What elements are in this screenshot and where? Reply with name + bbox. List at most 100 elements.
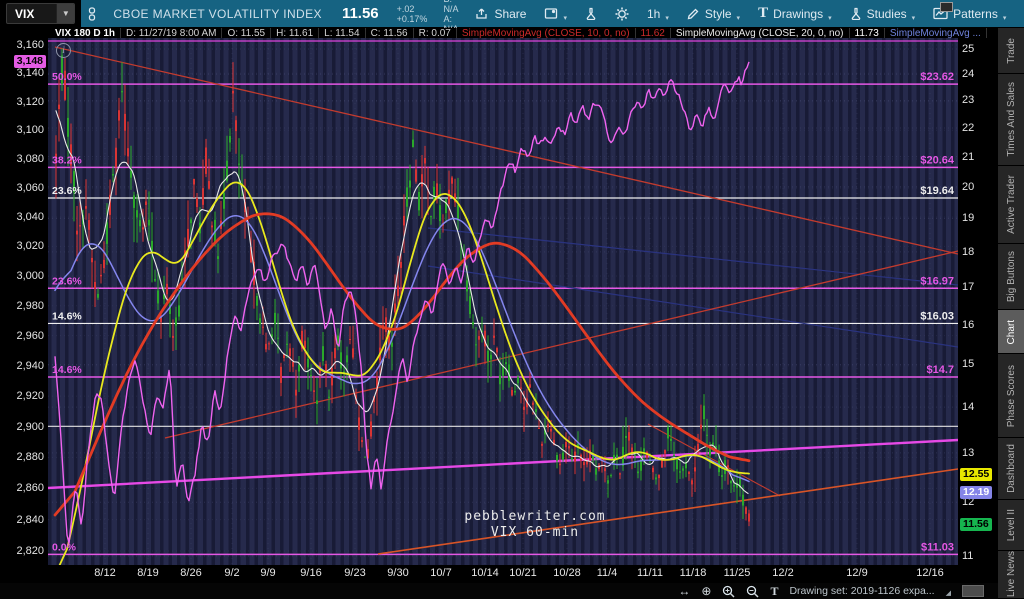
svg-text:$16.03: $16.03 — [920, 310, 954, 322]
left-axis-tick: 3,100 — [16, 124, 44, 137]
last-price: 11.56 — [341, 5, 379, 22]
sidebar-tab-label: Dashboard — [1005, 444, 1017, 494]
gear-icon — [615, 7, 629, 20]
change-pct: +0.17% — [396, 13, 428, 24]
right-axis-tick: 16 — [962, 318, 975, 331]
chart-menu-button[interactable]: ≡ — [1015, 0, 1024, 27]
left-axis-tick: 3,000 — [16, 269, 44, 282]
left-axis-tick: 2,840 — [16, 513, 44, 526]
right-axis-price-badge: 12.55 — [960, 467, 993, 481]
sidebar-tab-dashboard[interactable]: Dashboard — [998, 438, 1024, 501]
right-axis-tick: 21 — [962, 150, 975, 163]
watermark-line1: pebblewriter.com — [464, 509, 606, 524]
studies-label: Studies — [866, 6, 907, 21]
style-brush-icon — [687, 8, 699, 20]
left-axis-tick: 2,880 — [16, 451, 44, 464]
price-change: +.02 +0.17% — [389, 0, 436, 27]
panel-icon[interactable] — [940, 2, 953, 12]
right-axis-tick: 25 — [962, 43, 975, 55]
right-axis-tick: 11 — [962, 550, 974, 562]
date-tick: 9/23 — [344, 567, 366, 579]
change-abs: +.02 — [396, 3, 415, 14]
chart-area[interactable]: 50.0% $23.62 38.2% $20.64 23.6% $19.64 23.6% $1… — [48, 38, 958, 565]
svg-text:23.6%: 23.6% — [52, 275, 82, 287]
left-axis-tick: 2,860 — [16, 482, 44, 495]
left-axis-tick: 2,920 — [16, 390, 44, 403]
horizontal-scale-icon[interactable]: ↔ — [678, 584, 690, 598]
zoom-in-icon[interactable] — [722, 585, 735, 598]
date-tick: 8/26 — [180, 567, 202, 579]
right-axis-tick: 18 — [962, 245, 975, 258]
date-tick: 12/16 — [916, 567, 944, 579]
svg-text:38.2%: 38.2% — [52, 154, 82, 166]
left-axis-tick: 3,040 — [16, 211, 44, 224]
sidebar-tab-live-news[interactable]: Live News — [998, 550, 1024, 599]
right-axis-tick: 15 — [962, 358, 975, 371]
zoom-out-icon[interactable] — [746, 585, 759, 598]
timeframe-button[interactable]: 1h ▾ — [638, 0, 678, 27]
crosshair-icon[interactable]: ⊕ — [701, 584, 711, 598]
quick-study-button[interactable] — [576, 0, 606, 27]
svg-text:$14.7: $14.7 — [926, 364, 954, 376]
symbol-input[interactable]: VIX ▼ — [6, 3, 76, 24]
style-button[interactable]: Style ▾ — [678, 0, 749, 27]
date-tick: 11/11 — [637, 567, 663, 579]
sidebar-tab-level-ii[interactable]: Level II — [998, 500, 1024, 551]
text-tool-icon: T — [758, 5, 769, 21]
left-axis-tick: 2,820 — [16, 545, 44, 557]
studies-flask-icon — [851, 7, 860, 20]
right-axis-tick: 19 — [962, 212, 975, 225]
right-axis-tick: 14 — [962, 401, 975, 414]
left-axis-tick: 3,140 — [16, 67, 44, 80]
right-axis-tick: 20 — [962, 180, 975, 193]
date-tick: 12/2 — [772, 567, 794, 579]
drawing-set-label[interactable]: Drawing set: 2019-1126 expa... — [789, 585, 934, 597]
sidebar-tab-active-trader[interactable]: Active Trader — [998, 166, 1024, 244]
date-axis[interactable]: 8/12 8/19 8/26 9/2 9/9 9/16 9/23 9/30 10/7 10/14 1… — [48, 565, 958, 583]
watermark-line2: VIX 60-min — [490, 525, 580, 540]
instrument-name: CBOE MARKET VOLATILITY INDEX — [113, 6, 322, 21]
symbol-text: VIX — [15, 6, 35, 21]
left-price-axis[interactable]: 3,160 3,140 3,120 3,100 3,080 3,060 3,040 3,020… — [0, 38, 48, 565]
sidebar-tab-label: Level II — [1005, 508, 1017, 542]
studies-button[interactable]: Studies ▾ — [841, 0, 925, 27]
sidebar-tab-label: Big Buttons — [1005, 250, 1017, 303]
right-axis-tick: 17 — [962, 281, 975, 294]
text-note-icon[interactable]: T — [770, 584, 778, 598]
patterns-button[interactable]: Patterns ▾ — [924, 0, 1015, 27]
info-icon[interactable]: i — [56, 43, 71, 58]
right-axis-tick: 24 — [962, 68, 975, 81]
right-axis-tick: 23 — [962, 94, 975, 107]
date-tick: 9/2 — [224, 567, 240, 579]
left-axis-tick: 2,900 — [16, 420, 44, 433]
date-tick: 11/25 — [723, 567, 751, 579]
sidebar-tab-chart[interactable]: Chart — [998, 310, 1024, 355]
symbol-dropdown-caret[interactable]: ▼ — [56, 4, 75, 23]
drawing-set-caret[interactable]: ◢ — [946, 589, 951, 597]
sidebar-tab-times-and-sales[interactable]: Times And Sales — [998, 74, 1024, 167]
left-axis-tick: 3,080 — [16, 152, 44, 165]
right-axis-tick: 13 — [962, 446, 975, 459]
share-icon — [476, 8, 488, 19]
svg-text:$11.03: $11.03 — [921, 541, 954, 553]
sidebar-tab-trade[interactable]: Trade — [998, 28, 1024, 75]
date-tick: 9/30 — [387, 567, 409, 579]
bid-value: B: N/A — [443, 0, 459, 14]
right-price-axis[interactable]: 25 24 23 22 21 20 19 18 17 16 15 14 13 12 11 12.55 12.19… — [958, 38, 998, 565]
drawings-button[interactable]: T Drawings ▾ — [749, 0, 841, 27]
sidebar-tab-big-buttons[interactable]: Big Buttons — [998, 243, 1024, 311]
settings-button[interactable] — [606, 0, 638, 27]
link-button[interactable] — [81, 0, 103, 27]
alerts-button[interactable]: ▾ — [535, 0, 576, 27]
svg-text:$23.62: $23.62 — [920, 71, 954, 83]
date-tick: 9/16 — [300, 567, 322, 579]
price-chart-canvas[interactable]: 50.0% $23.62 38.2% $20.64 23.6% $19.64 23.6% $1… — [48, 38, 958, 565]
drawings-label: Drawings — [773, 6, 824, 21]
svg-text:23.6%: 23.6% — [52, 185, 82, 197]
sidebar-tab-label: Times And Sales — [1005, 82, 1017, 158]
date-tick: 10/21 — [509, 567, 537, 579]
sidebar-tab-phase-scores[interactable]: Phase Scores — [998, 354, 1024, 439]
sidebar-tab-label: Active Trader — [1005, 175, 1017, 234]
share-button[interactable]: Share — [466, 0, 535, 27]
resize-grip[interactable] — [962, 585, 984, 597]
